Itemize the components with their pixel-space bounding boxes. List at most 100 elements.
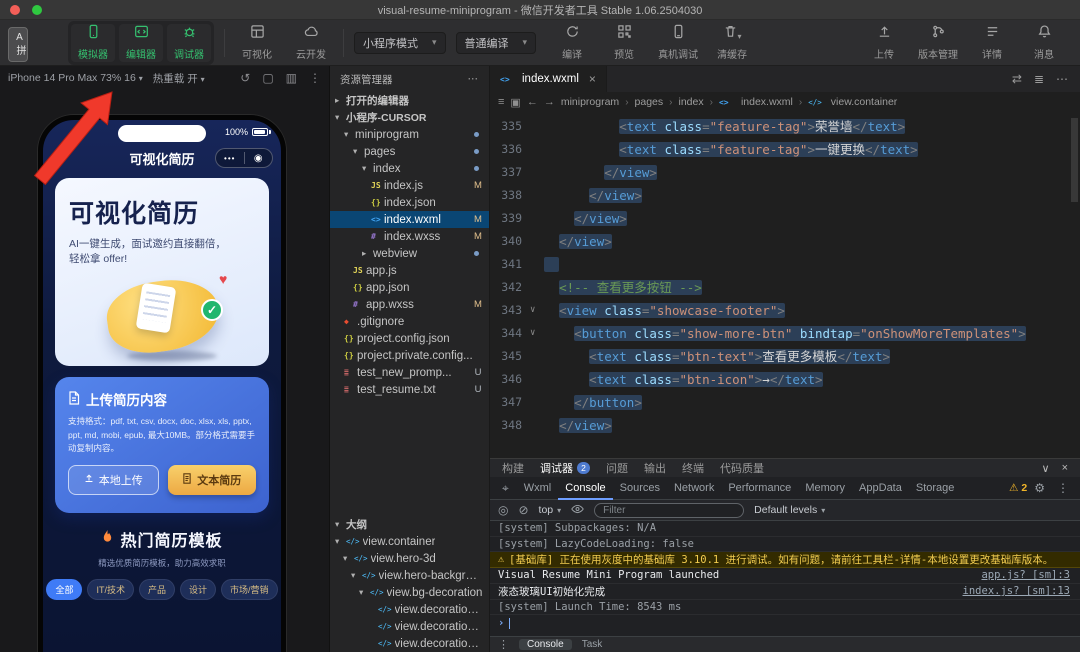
devtools-tab-console[interactable]: Console: [558, 477, 612, 500]
panel-tab-问题[interactable]: 问题: [606, 460, 628, 476]
line-number[interactable]: 347: [490, 391, 530, 414]
devtools-more-icon[interactable]: ⋮: [1052, 481, 1074, 495]
outline-item-view.container[interactable]: ▾</>view.container: [330, 533, 489, 550]
footer-tab-console[interactable]: Console: [519, 639, 572, 650]
cloud-dev-button[interactable]: 云开发: [289, 24, 333, 62]
panel-tab-终端[interactable]: 终端: [682, 460, 704, 476]
panel-collapse-icon[interactable]: ∨: [1042, 462, 1050, 475]
tree-file-app.js[interactable]: JSapp.js: [330, 262, 489, 279]
line-number[interactable]: 339: [490, 207, 530, 230]
panel-tab-输出[interactable]: 输出: [644, 460, 666, 476]
tree-file-index.json[interactable]: {}index.json: [330, 194, 489, 211]
split-editor-icon[interactable]: ⇄: [1012, 72, 1022, 86]
outline-item-view.decoration-...[interactable]: </>view.decoration-...: [330, 618, 489, 635]
real-device-debug-button[interactable]: 真机调试: [658, 24, 698, 62]
line-number[interactable]: 344: [490, 322, 530, 345]
outline-item-view.hero-backgrou...[interactable]: ▾</>view.hero-backgrou...: [330, 567, 489, 584]
tree-file-index.wxss[interactable]: #index.wxssM: [330, 228, 489, 245]
compile-button[interactable]: 编译: [554, 24, 590, 62]
tree-file-project.private.config...[interactable]: {}project.private.config...: [330, 347, 489, 364]
details-button[interactable]: 详情: [974, 24, 1010, 62]
target-icon[interactable]: ◎: [498, 503, 508, 517]
tree-file-index.js[interactable]: JSindex.jsM: [330, 177, 489, 194]
devtools-tab-network[interactable]: Network: [667, 477, 721, 500]
template-tag-产品[interactable]: 产品: [139, 579, 175, 600]
template-tag-市场/营销[interactable]: 市场/营销: [221, 579, 278, 600]
simulator-toggle-button[interactable]: 模拟器: [71, 24, 115, 62]
more-icon[interactable]: ⋮: [309, 71, 321, 85]
console-filter-input[interactable]: [594, 503, 744, 518]
footer-more-icon[interactable]: ⋮: [498, 638, 509, 651]
rotate-icon[interactable]: ↺: [240, 71, 250, 85]
version-manage-button[interactable]: 版本管理: [918, 24, 958, 62]
close-minip-icon[interactable]: ◉: [245, 153, 273, 164]
messages-button[interactable]: 消息: [1026, 24, 1062, 62]
devtools-tab-appdata[interactable]: AppData: [852, 477, 909, 500]
breadcrumb-file[interactable]: index.wxml: [741, 96, 793, 108]
devtools-tab-wxml[interactable]: Wxml: [517, 477, 559, 500]
breadcrumb-symbol[interactable]: view.container: [831, 96, 898, 108]
device-selector[interactable]: iPhone 14 Pro Max 73% 16 ▾: [8, 72, 143, 84]
console-input[interactable]: ›: [490, 615, 1080, 631]
line-number[interactable]: 345: [490, 345, 530, 368]
devtools-tab-storage[interactable]: Storage: [909, 477, 962, 500]
outline-item-view.decoration-...[interactable]: </>view.decoration-...: [330, 635, 489, 652]
line-number[interactable]: 341: [490, 253, 530, 276]
tree-file-app.wxss[interactable]: #app.wxssM: [330, 296, 489, 313]
editor-more-icon[interactable]: ⋯: [1056, 72, 1068, 86]
device-frame-icon[interactable]: ▥: [286, 71, 297, 85]
tree-file-test_new_promp...[interactable]: ≣test_new_promp...U: [330, 364, 489, 381]
open-editors-section[interactable]: ▸ 打开的编辑器: [330, 92, 489, 109]
maximize-window-button[interactable]: [32, 5, 42, 15]
line-number[interactable]: 335: [490, 115, 530, 138]
text-resume-button[interactable]: 文本简历: [168, 465, 257, 495]
breadcrumb-pages[interactable]: pages: [635, 96, 664, 108]
fold-icon[interactable]: ∨: [530, 299, 544, 322]
template-tag-设计[interactable]: 设计: [180, 579, 216, 600]
nav-forward-icon[interactable]: →: [544, 96, 555, 108]
line-number[interactable]: 340: [490, 230, 530, 253]
panel-close-icon[interactable]: ×: [1062, 462, 1068, 475]
outline-item-view.hero-3d[interactable]: ▾</>view.hero-3d: [330, 550, 489, 567]
line-number[interactable]: 338: [490, 184, 530, 207]
tab-index-wxml[interactable]: <> index.wxml ×: [490, 66, 607, 92]
line-number[interactable]: 336: [490, 138, 530, 161]
close-window-button[interactable]: [10, 5, 20, 15]
frame-context-select[interactable]: top▾: [539, 504, 562, 516]
bookmark-icon[interactable]: ▣: [510, 96, 520, 109]
upload-button[interactable]: 上传: [866, 24, 902, 62]
template-tag-全部[interactable]: 全部: [46, 579, 82, 600]
outline-header[interactable]: ▾ 大纲: [330, 516, 489, 533]
explorer-more-icon[interactable]: ⋯: [468, 73, 480, 85]
footer-tab-task[interactable]: Task: [582, 639, 603, 650]
panel-tab-调试器[interactable]: 调试器2: [540, 460, 590, 476]
breadcrumb-index[interactable]: index: [678, 96, 703, 108]
compile-mode-select[interactable]: 普通编译▾: [456, 32, 537, 54]
layout-icon[interactable]: ≣: [1034, 72, 1044, 86]
line-number[interactable]: 346: [490, 368, 530, 391]
fold-icon[interactable]: ∨: [530, 322, 544, 345]
panel-tab-代码质量[interactable]: 代码质量: [720, 460, 764, 476]
tree-file-index.wxml[interactable]: <>index.wxmlM: [330, 211, 489, 228]
template-tag-IT/技术[interactable]: IT/技术: [87, 579, 134, 600]
tree-file-test_resume.txt[interactable]: ≣test_resume.txtU: [330, 381, 489, 398]
breadcrumb-miniprogram[interactable]: miniprogram: [561, 96, 619, 108]
clear-cache-button[interactable]: ▾ 清缓存: [714, 24, 750, 62]
panel-tab-构建[interactable]: 构建: [502, 460, 524, 476]
tree-file-project.config.json[interactable]: {}project.config.json: [330, 330, 489, 347]
line-number[interactable]: 348: [490, 414, 530, 437]
hot-reload-toggle[interactable]: 热重载 开 ▾: [153, 71, 205, 86]
outline-item-view.bg-decoration[interactable]: ▾</>view.bg-decoration: [330, 584, 489, 601]
devtools-tab-performance[interactable]: Performance: [721, 477, 798, 500]
inspect-element-icon[interactable]: ⌖: [496, 481, 515, 496]
local-upload-button[interactable]: 本地上传: [68, 465, 159, 495]
line-number[interactable]: 343: [490, 299, 530, 322]
editor-toggle-button[interactable]: 编辑器: [119, 24, 163, 62]
tree-file-.gitignore[interactable]: ◆.gitignore: [330, 313, 489, 330]
more-menu-icon[interactable]: •••: [216, 154, 244, 163]
visualize-button[interactable]: 可视化: [235, 24, 279, 62]
close-tab-icon[interactable]: ×: [589, 72, 596, 86]
line-number[interactable]: 342: [490, 276, 530, 299]
clear-console-icon[interactable]: ⊘: [518, 503, 528, 517]
code-editor[interactable]: 335 <text class="feature-tag">荣誉墙</text>…: [490, 112, 1080, 458]
